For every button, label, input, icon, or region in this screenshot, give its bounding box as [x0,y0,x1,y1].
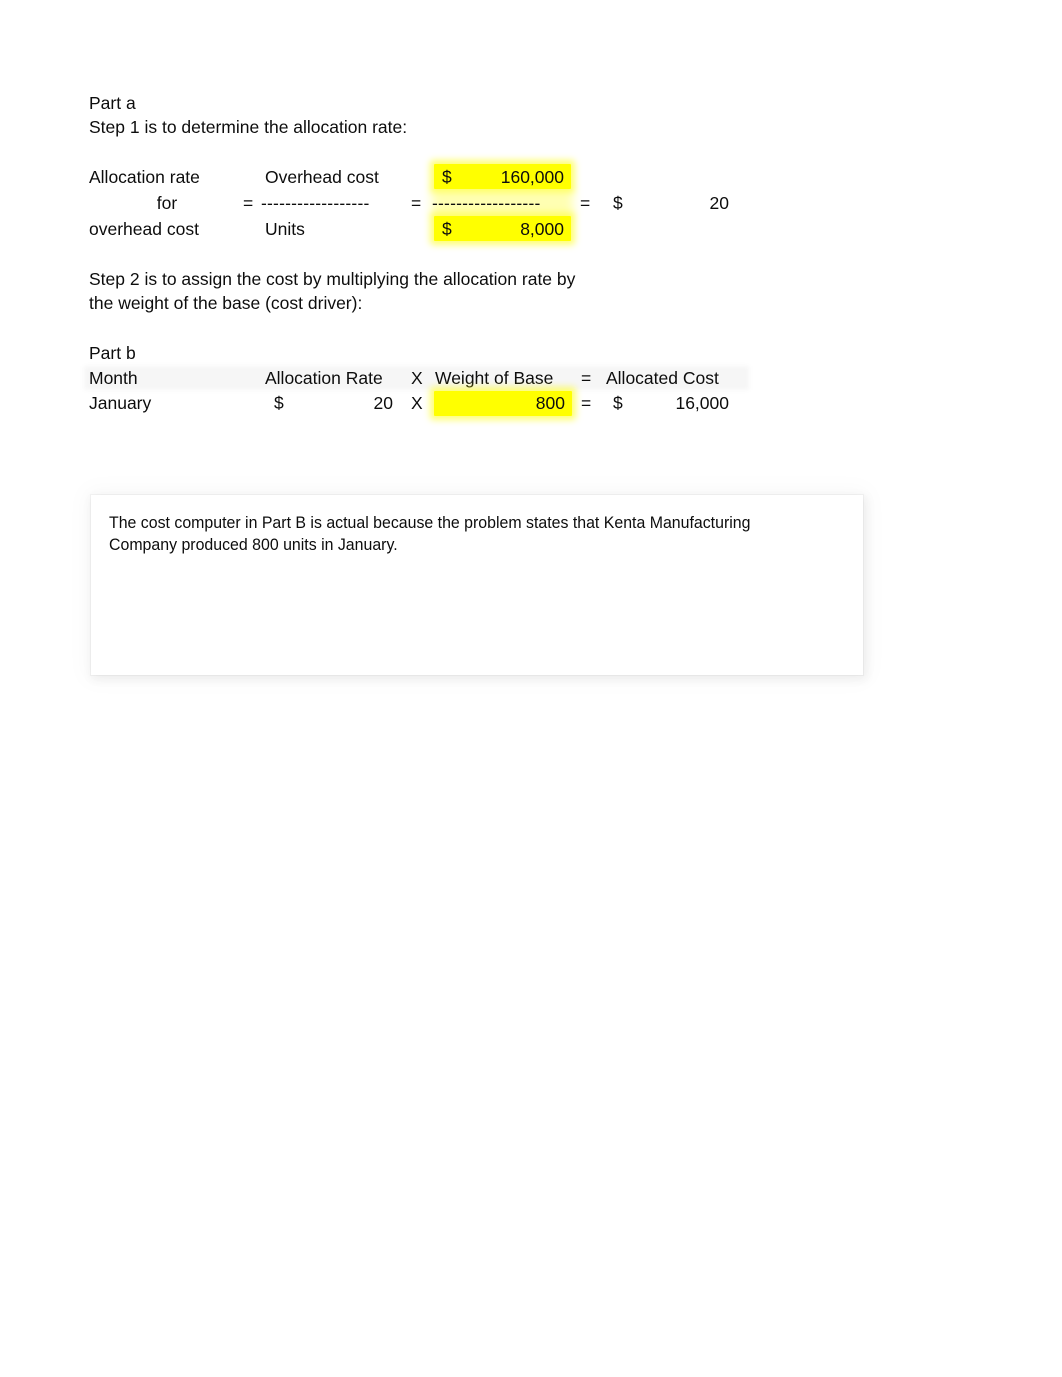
formula-denominator-label: Units [265,219,305,239]
comment-box[interactable]: The cost computer in Part B is actual be… [91,495,863,675]
table-row-equals: = [581,393,592,413]
formula-numerator-value: 160,000 [500,167,564,187]
document-page: Part a Step 1 is to determine the alloca… [0,0,1062,1377]
formula-equals-2: = [411,193,422,213]
formula-divider-1: ------------------ [261,193,370,213]
formula-divider-2: ------------------ [432,193,541,213]
table-header-times: X [411,368,423,388]
formula-equals-3: = [580,193,591,213]
part-a-heading: Part a [89,93,136,113]
comment-box-text: The cost computer in Part B is actual be… [109,512,780,556]
table-row-month: January [89,393,152,413]
table-header-allocated-cost: Allocated Cost [606,368,719,388]
table-header-equals: = [581,368,592,388]
step-2-text-line-1: Step 2 is to assign the cost by multiply… [89,269,576,289]
formula-label-line-1: Allocation rate [89,167,200,187]
table-header-weight-of-base: Weight of Base [435,368,554,388]
formula-result-value: 20 [709,193,729,213]
formula-label-line-3: overhead cost [89,219,199,239]
comment-line-2: Company produced 800 units in January. [109,535,398,554]
formula-equals-1: = [243,193,254,213]
table-header-month: Month [89,368,138,388]
step-2-text-line-2: the weight of the base (cost driver): [89,293,363,313]
table-row-cost-value: 16,000 [675,393,729,413]
part-b-heading: Part b [89,343,136,363]
table-header-allocation-rate: Allocation Rate [265,368,383,388]
step-1-text: Step 1 is to determine the allocation ra… [89,117,408,137]
table-row-rate-value: 20 [373,393,393,413]
formula-label-line-2: for [156,193,178,213]
table-row-times: X [411,393,423,413]
formula-denominator-value: 8,000 [520,219,564,239]
formula-numerator-label: Overhead cost [265,167,379,187]
table-row-weight-value: 800 [535,393,565,413]
comment-line-1: The cost computer in Part B is actual be… [109,513,751,532]
